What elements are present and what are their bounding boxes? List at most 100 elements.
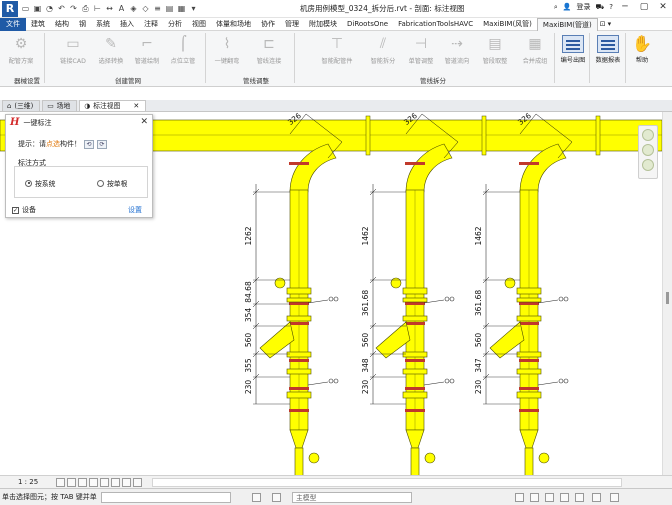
equipment-checkbox[interactable]: ✓ 设备 [12, 205, 36, 215]
app-logo[interactable]: R [2, 0, 18, 17]
tab-systems[interactable]: 系统 [91, 18, 115, 31]
temp-hide-icon[interactable] [122, 477, 131, 487]
save-icon[interactable]: ▣ [32, 3, 43, 14]
round-button[interactable]: ▤ 管段取整 [478, 34, 512, 65]
ribbon-dropdown-icon[interactable]: ▾ [608, 20, 612, 28]
maximize-button[interactable]: ▢ [637, 2, 651, 12]
thin-lines-icon[interactable]: ≡ [152, 3, 163, 14]
pick-multiple-button[interactable]: ⟳ [97, 139, 107, 149]
steering-wheel-icon[interactable] [642, 129, 654, 141]
select-underlay-icon[interactable] [530, 493, 539, 502]
select-links-icon[interactable] [515, 493, 524, 502]
login-link[interactable]: 登录 [576, 2, 590, 12]
pipe-band [519, 387, 539, 390]
by-single-radio[interactable]: 按单根 [97, 178, 127, 188]
scroll-thumb[interactable] [666, 292, 669, 304]
background-process-icon[interactable] [610, 493, 619, 502]
pick-element-button[interactable]: ⟲ [84, 139, 94, 149]
active-model-select[interactable]: 主模型 [292, 492, 412, 503]
one-click-annotation-dialog: H 一键标注 ✕ 提示：请 点选 构件！ ⟲ ⟳ 标注方式 按系统 按单根 ✓ 设备 … [5, 114, 153, 218]
tab-maxibim-pipe[interactable]: MaxiBIM(管道) [536, 17, 598, 31]
sun-path-icon[interactable] [78, 477, 87, 487]
search-icon[interactable]: ⌕ [554, 3, 558, 12]
close-tab-icon[interactable]: ✕ [133, 101, 139, 112]
fitting-button[interactable]: ⊤ 智能配管件 [320, 34, 354, 65]
tab-view[interactable]: 视图 [187, 18, 211, 31]
redo-icon[interactable]: ↷ [68, 3, 79, 14]
tab-insert[interactable]: 插入 [115, 18, 139, 31]
split-button[interactable]: ⫽ 智能拆分 [366, 34, 400, 65]
visual-style-icon[interactable] [67, 477, 76, 487]
tab-3d-view[interactable]: ⌂ (三维) [2, 100, 41, 111]
zoom-icon[interactable] [642, 144, 654, 156]
text-icon[interactable]: A [116, 3, 127, 14]
help-button[interactable]: ? [609, 3, 613, 11]
close-button[interactable]: ✕ [656, 2, 670, 12]
numbering-button[interactable]: 编号出图 [556, 34, 590, 64]
tab-addins[interactable]: 附加模块 [304, 18, 342, 31]
valve-handle-knob [449, 296, 455, 302]
tab-site-view[interactable]: ▭ 场地 [42, 100, 78, 111]
tab-massing[interactable]: 体量和场地 [211, 18, 256, 31]
riser-button[interactable]: ⌠ 点位立管 [166, 34, 200, 65]
3d-view-icon[interactable]: ◈ [128, 3, 139, 14]
minimize-button[interactable]: ─ [618, 2, 632, 12]
ribbon-panel: ⚙ 配管方案 ▭ 链接CAD ✎ 选择转换 ⌐ 管道绘制 ⌠ 点位立管 ⌇ 一键翻弯 ⊏ 管线… [0, 31, 672, 87]
view-scale[interactable]: 1 : 25 [18, 478, 56, 486]
report-button[interactable]: 数据报表 [591, 34, 625, 64]
tab-annotate[interactable]: 注释 [139, 18, 163, 31]
tab-structure[interactable]: 结构 [50, 18, 74, 31]
single-adjust-button[interactable]: ⊣ 单管调整 [404, 34, 438, 65]
ribbon-options-icon[interactable]: ⊡ [600, 20, 606, 28]
detail-level-icon[interactable] [56, 477, 65, 487]
pan-icon[interactable] [642, 159, 654, 171]
close-views-icon[interactable]: ▤ [164, 3, 175, 14]
select-by-face-icon[interactable] [560, 493, 569, 502]
help-ribbon-button[interactable]: ✋ 帮助 [625, 34, 659, 65]
by-system-radio[interactable]: 按系统 [25, 178, 55, 188]
tab-file[interactable]: 文件 [0, 17, 26, 31]
horizontal-scrollbar[interactable] [152, 477, 622, 487]
reveal-hidden-icon[interactable] [133, 477, 142, 487]
link-cad-button[interactable]: ▭ 链接CAD [56, 34, 90, 65]
design-options-icon[interactable] [272, 493, 281, 502]
tab-fabrication[interactable]: FabricationToolsHAVC [393, 18, 478, 31]
undo-icon[interactable]: ↶ [56, 3, 67, 14]
tab-annotation-view[interactable]: ◑ 标注视图 ✕ [79, 100, 147, 112]
workset-combo[interactable] [100, 491, 231, 503]
tab-steel[interactable]: 钢 [74, 18, 91, 31]
settings-link[interactable]: 设置 [128, 205, 142, 215]
customize-icon[interactable]: ▾ [188, 3, 199, 14]
crop-view-icon[interactable] [100, 477, 109, 487]
dimension-icon[interactable]: ↔ [104, 3, 115, 14]
drain-pipe [410, 447, 420, 475]
tab-analyze[interactable]: 分析 [163, 18, 187, 31]
editable-only-icon[interactable] [252, 493, 261, 502]
convert-button[interactable]: ✎ 选择转换 [94, 34, 128, 65]
filter-icon[interactable] [592, 493, 601, 502]
section-icon[interactable]: ◇ [140, 3, 151, 14]
tab-maxibim-duct[interactable]: MaxiBIM(风管) [478, 18, 537, 31]
print-icon[interactable]: ⎙ [80, 3, 91, 14]
tab-dirootsone[interactable]: DiRootsOne [342, 18, 393, 31]
select-pinned-icon[interactable] [545, 493, 554, 502]
tab-architecture[interactable]: 建筑 [26, 18, 50, 31]
show-crop-icon[interactable] [111, 477, 120, 487]
bend-button[interactable]: ⌇ 一键翻弯 [210, 34, 244, 65]
flow-button[interactable]: ⇢ 管道流向 [440, 34, 474, 65]
tab-collaborate[interactable]: 协作 [256, 18, 280, 31]
switch-windows-icon[interactable]: ▦ [176, 3, 187, 14]
pipe-plan-button[interactable]: ⚙ 配管方案 [4, 34, 38, 65]
vertical-scrollbar[interactable] [662, 112, 672, 475]
measure-icon[interactable]: ⊢ [92, 3, 103, 14]
connect-button[interactable]: ⊏ 管线连接 [252, 34, 286, 65]
group-button[interactable]: ▦ 合并成组 [518, 34, 552, 65]
cart-icon[interactable]: ⛟ [595, 3, 604, 12]
close-icon[interactable]: ✕ [140, 117, 148, 127]
tab-manage[interactable]: 管理 [280, 18, 304, 31]
drag-elements-icon[interactable] [575, 493, 584, 502]
shadows-icon[interactable] [89, 477, 98, 487]
open-icon[interactable]: ▭ [20, 3, 31, 14]
pipe-draw-button[interactable]: ⌐ 管道绘制 [130, 34, 164, 65]
sync-icon[interactable]: ◔ [44, 3, 55, 14]
